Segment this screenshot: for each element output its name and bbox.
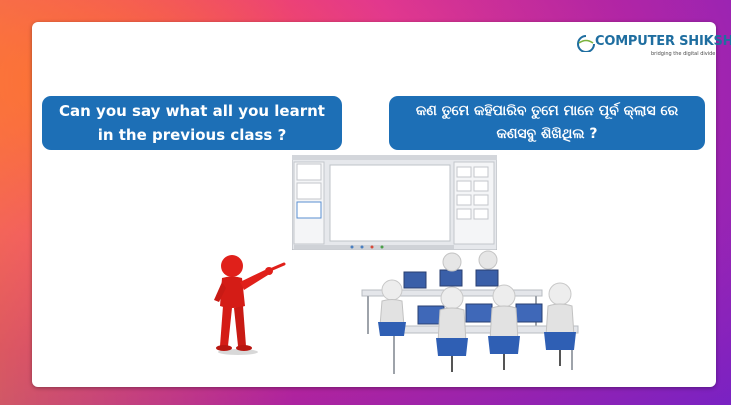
question-odia: କଣ ତୁମେ କହିପାରିବ ତୁମେ ମାନେ ପୂର୍ବ କ୍ଲାସ ର… <box>389 96 705 150</box>
slide-frame: COMPUTER SHIKSHA bridging the digital di… <box>0 0 731 405</box>
computer-shiksha-logo: COMPUTER SHIKSHA bridging the digital di… <box>575 34 731 66</box>
question-english: Can you say what all you learnt in the p… <box>42 96 342 150</box>
logo-tagline: bridging the digital divide <box>651 51 716 57</box>
slide-canvas: COMPUTER SHIKSHA bridging the digital di… <box>32 22 731 387</box>
red-figure-pointing <box>214 255 286 355</box>
globe-icon <box>577 35 595 52</box>
logo-text: COMPUTER SHIKSHA <box>595 34 731 49</box>
computer-lab-figures <box>361 250 579 374</box>
presentation-app-screenshot <box>292 155 497 250</box>
